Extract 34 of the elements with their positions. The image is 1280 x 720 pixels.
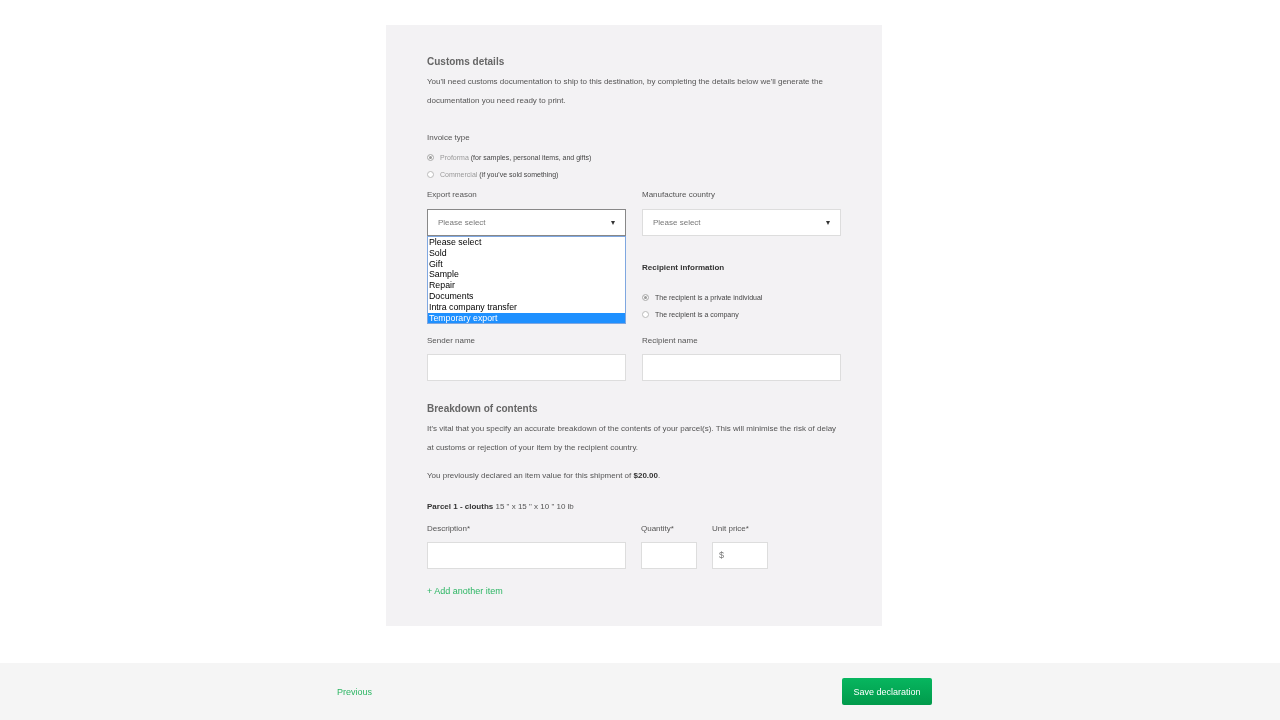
dropdown-option[interactable]: Repair bbox=[428, 280, 625, 291]
caret-icon bbox=[611, 220, 615, 225]
dropdown-option[interactable]: Sold bbox=[428, 247, 625, 259]
field-label: Export reason bbox=[427, 189, 478, 201]
field-label: Unit price* bbox=[712, 523, 750, 535]
field-label: Recipient name bbox=[642, 335, 699, 347]
dropdown-option[interactable]: Intra company transfer bbox=[428, 301, 625, 313]
field-label: Sender name bbox=[427, 335, 477, 347]
intro-text: It's vital that you specify an accurate breakdown of the contents of your parcel(s). This will minimise the risk of delay at customs or rejection of your item by the recipient country. bbox=[427, 423, 838, 454]
dropdown-option[interactable]: Sample bbox=[428, 269, 625, 281]
section-title: Customs details bbox=[427, 55, 506, 69]
radio-button[interactable] bbox=[642, 311, 649, 318]
parcel-summary: Parcel 1 - clouths 15 " x 15 " x 10 " 10 lb bbox=[427, 501, 575, 513]
field-label: Quantity* bbox=[641, 523, 675, 535]
input-field[interactable] bbox=[641, 542, 697, 569]
radio-button[interactable] bbox=[642, 294, 649, 301]
caret-icon bbox=[826, 220, 830, 225]
input-field[interactable] bbox=[427, 542, 626, 569]
input-field[interactable] bbox=[642, 354, 841, 381]
field-label: Invoice type bbox=[427, 132, 471, 144]
input-field[interactable]: $ bbox=[712, 542, 768, 569]
section-title: Breakdown of contents bbox=[427, 402, 539, 416]
intro-text: You'll need customs documentation to ship to this destination, by completing the details below we'll generate the documentation you need ready to print. bbox=[427, 76, 824, 107]
field-label: Manufacture country bbox=[642, 189, 716, 201]
select-field[interactable]: Please select bbox=[642, 209, 841, 236]
field-label: Description* bbox=[427, 523, 472, 535]
declared-value-text: You previously declared an item value for this shipment of $20.00. bbox=[427, 470, 662, 482]
dropdown-option[interactable]: Please select bbox=[428, 237, 625, 248]
radio-button[interactable] bbox=[427, 171, 434, 178]
section-heading: Recipient information bbox=[642, 262, 726, 274]
dropdown-option[interactable]: Gift bbox=[428, 258, 625, 270]
radio-button[interactable] bbox=[427, 154, 434, 161]
input-field[interactable] bbox=[427, 354, 626, 381]
dropdown-option[interactable]: Documents bbox=[428, 291, 625, 302]
